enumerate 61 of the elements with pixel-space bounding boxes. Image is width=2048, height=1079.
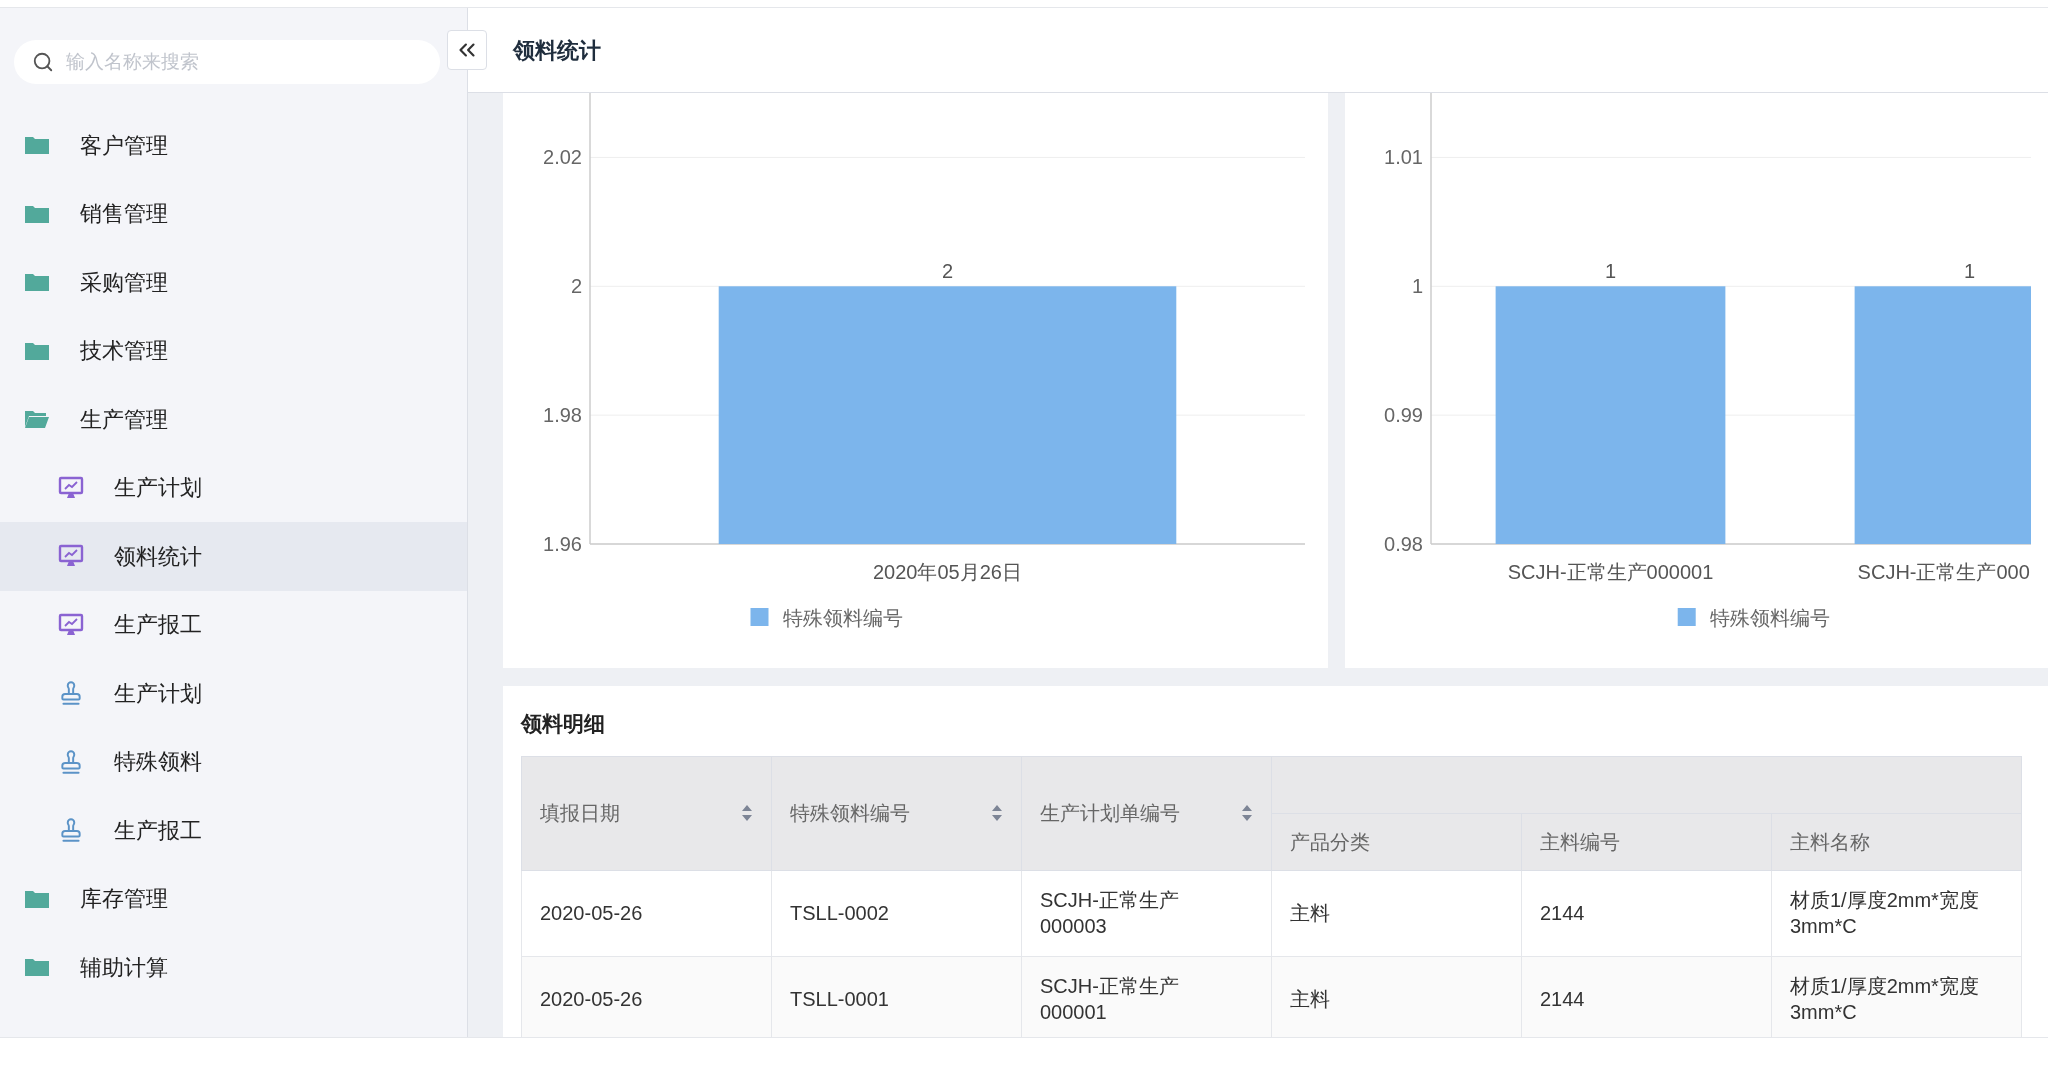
table-cell: TSLL-0002 [771,870,1022,956]
sidebar-subitem[interactable]: 生产计划 [0,453,467,522]
search-field[interactable]: 输入名称来搜索 [14,40,440,84]
sidebar-subitem[interactable]: 生产计划 [0,659,467,728]
monitor-chart-icon [58,544,84,569]
monitor-chart-icon [58,475,84,500]
stamp-icon [58,680,84,707]
x-category-label: SCJH-正常生产000001 [1507,561,1714,583]
sidebar-subitem[interactable]: 生产报工 [0,796,467,865]
y-tick-label: 0.99 [1384,404,1423,427]
column-header[interactable]: 生产计划单编号 [1021,756,1272,870]
column-header[interactable]: 填报日期 [521,756,772,870]
sidebar-item[interactable]: 销售管理 [0,179,467,248]
legend-label: 特殊领料编号 [782,607,903,629]
y-tick-label: 1.96 [543,533,582,555]
stamp-icon [58,817,84,844]
sidebar-item[interactable]: 生产管理 [0,385,467,454]
sidebar-subitem[interactable]: 特殊领料 [0,727,467,796]
folder-icon [24,957,50,978]
search-icon [32,51,54,73]
bar-value-label: 1 [1604,260,1617,283]
table-cell: 2144 [1521,870,1772,956]
table-title: 领料明细 [521,711,606,737]
sidebar-item[interactable]: 客户管理 [0,111,467,180]
y-tick-label: 2.02 [543,146,582,169]
y-tick-label: 0.98 [1384,533,1423,555]
open-folder-icon [24,409,50,430]
x-category-label: SCJH-正常生产000 [1857,561,2030,583]
stamp-icon [58,748,84,775]
sidebar-item[interactable]: 库存管理 [0,864,467,933]
bar-value-label: 2 [941,260,954,283]
folder-icon [24,888,50,909]
sidebar-item[interactable]: 技术管理 [0,316,467,385]
legend-swatch [750,608,769,626]
sidebar-subitem[interactable]: 领料统计 [0,522,467,591]
folder-icon [24,340,50,361]
monitor-chart-icon [58,612,84,637]
y-tick-label: 1.98 [543,404,582,427]
y-tick-label: 1.01 [1384,146,1423,169]
table-cell: 2020-05-26 [521,870,772,956]
sidebar-subitem[interactable]: 生产报工 [0,590,467,659]
table-cell: SCJH-正常生产000003 [1021,870,1272,956]
collapse-sidebar-button[interactable] [447,30,487,70]
sidebar-item[interactable]: 采购管理 [0,248,467,317]
y-tick-label: 2 [570,275,582,298]
page-title: 领料统计 [513,36,601,65]
column-header[interactable]: 主料编号 [1521,813,1772,870]
legend-label: 特殊领料编号 [1709,607,1830,629]
folder-icon [24,272,50,293]
legend-swatch [1677,608,1696,626]
table-cell: 主料 [1271,870,1522,956]
column-header[interactable]: 产品分类 [1271,813,1522,870]
column-header[interactable]: 主料名称 [1771,813,2022,870]
bar-value-label: 1 [1963,260,1976,283]
folder-icon [24,135,50,156]
table-cell: 材质1/厚度2mm*宽度3mm*C [1771,870,2022,956]
sidebar-item[interactable]: 辅助计算 [0,933,467,1002]
folder-icon [24,203,50,224]
column-header[interactable]: 特殊领料编号 [771,756,1022,870]
x-category-label: 2020年05月26日 [873,561,1022,583]
y-tick-label: 1 [1411,275,1423,298]
